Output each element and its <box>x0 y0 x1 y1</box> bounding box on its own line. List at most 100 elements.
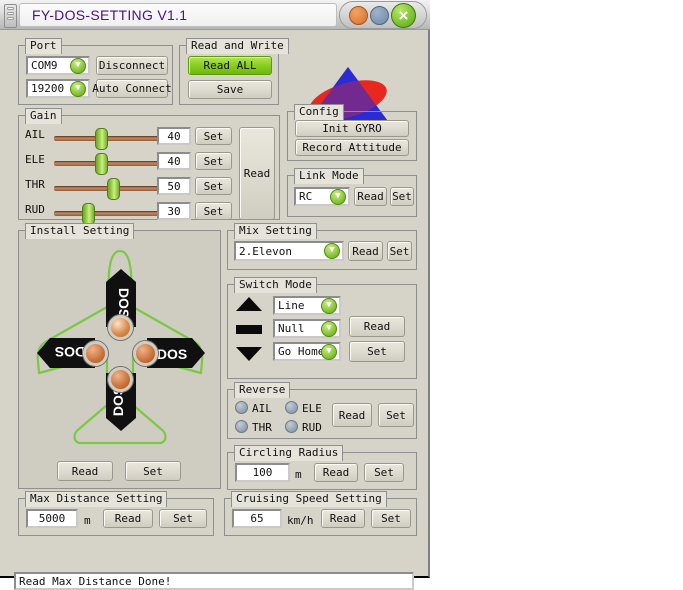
gain-row-label-ele: ELE <box>25 153 45 166</box>
save-button[interactable]: Save <box>188 80 272 99</box>
maximize-button[interactable] <box>370 6 389 25</box>
circling-radius-read-button[interactable]: Read <box>314 463 358 482</box>
chevron-down-icon[interactable]: ▼ <box>321 297 337 314</box>
close-button[interactable]: × <box>391 3 416 28</box>
cruising-speed-read-button[interactable]: Read <box>321 509 365 528</box>
gain-slider-thumb-rud[interactable] <box>82 203 95 225</box>
circling-radius-unit: m <box>295 468 302 481</box>
mix-setting-set-button[interactable]: Set <box>387 241 412 261</box>
install-set-button[interactable]: Set <box>125 461 181 481</box>
max-distance-legend: Max Distance Setting <box>25 491 168 507</box>
gain-row-label-ail: AIL <box>25 128 45 141</box>
gain-set-button-ele[interactable]: Set <box>195 152 232 170</box>
cruising-speed-input[interactable]: 65 <box>232 509 282 528</box>
mix-setting-select[interactable]: 2.Elevon ▼ <box>234 241 344 261</box>
switch-mode-value-up: Line <box>278 299 305 312</box>
init-gyro-button[interactable]: Init GYRO <box>295 120 409 137</box>
chevron-down-icon[interactable]: ▼ <box>70 80 86 97</box>
switch-mode-group: Switch Mode Line ▼ Null ▼ Go Home ▼ Read… <box>227 277 417 379</box>
baud-rate-value: 19200 <box>31 82 65 95</box>
reverse-legend: Reverse <box>234 382 291 398</box>
auto-connect-button[interactable]: Auto Connect <box>92 79 172 98</box>
aircraft-diagram: DOS DOS DOS DOS <box>27 245 214 457</box>
max-distance-group: Max Distance Setting 5000 m Read Set <box>18 491 214 536</box>
reverse-label-ele: ELE <box>302 402 322 415</box>
max-distance-read-button[interactable]: Read <box>103 509 153 528</box>
install-direction-left-radio[interactable] <box>83 341 108 366</box>
switch-mode-select-up[interactable]: Line ▼ <box>273 296 341 315</box>
com-port-value: COM9 <box>31 59 58 72</box>
max-distance-set-button[interactable]: Set <box>159 509 207 528</box>
gain-slider-ele[interactable] <box>54 161 174 166</box>
cruising-speed-unit: km/h <box>287 514 314 527</box>
switch-mode-select-mid[interactable]: Null ▼ <box>273 319 341 338</box>
reverse-checkbox-thr[interactable] <box>235 420 248 433</box>
window-controls: × <box>339 1 427 29</box>
max-distance-unit: m <box>84 514 91 527</box>
install-marker-text: DOS <box>157 346 187 362</box>
triangle-up-icon <box>236 297 262 311</box>
chevron-down-icon[interactable]: ▼ <box>321 320 337 337</box>
chevron-down-icon[interactable]: ▼ <box>324 243 340 259</box>
triangle-down-icon <box>236 347 262 361</box>
gain-value-thr[interactable]: 50 <box>157 177 191 195</box>
circling-radius-set-button[interactable]: Set <box>364 463 404 482</box>
gain-set-button-ail[interactable]: Set <box>195 127 232 145</box>
switch-mode-set-button[interactable]: Set <box>349 341 405 362</box>
gain-slider-thumb-ail[interactable] <box>95 128 108 150</box>
link-mode-set-button[interactable]: Set <box>390 187 414 206</box>
switch-mode-value-mid: Null <box>278 322 305 335</box>
read-and-write-legend: Read and Write <box>186 38 289 54</box>
gain-set-button-thr[interactable]: Set <box>195 177 232 195</box>
gain-read-button[interactable]: Read <box>239 127 275 220</box>
install-read-button[interactable]: Read <box>57 461 113 481</box>
circling-radius-legend: Circling Radius <box>234 445 344 461</box>
max-distance-input[interactable]: 5000 <box>26 509 78 528</box>
link-mode-select[interactable]: RC ▼ <box>294 187 350 206</box>
gain-slider-rud[interactable] <box>54 211 174 216</box>
cruising-speed-set-button[interactable]: Set <box>371 509 411 528</box>
gain-value-rud[interactable]: 30 <box>157 202 191 220</box>
reverse-read-button[interactable]: Read <box>332 403 372 427</box>
title-bar: FY-DOS-SETTING V1.1 × <box>0 0 430 30</box>
gain-legend: Gain <box>25 108 62 124</box>
disconnect-button[interactable]: Disconnect <box>96 56 168 75</box>
window-title: FY-DOS-SETTING V1.1 <box>19 3 337 27</box>
gain-slider-ail[interactable] <box>54 136 174 141</box>
reverse-set-button[interactable]: Set <box>378 403 414 427</box>
link-mode-read-button[interactable]: Read <box>354 187 387 206</box>
install-direction-right-radio[interactable] <box>133 341 158 366</box>
switch-mode-select-down[interactable]: Go Home ▼ <box>273 342 341 361</box>
switch-mode-read-button[interactable]: Read <box>349 316 405 337</box>
install-direction-down-radio[interactable] <box>108 367 133 392</box>
baud-rate-select[interactable]: 19200 ▼ <box>26 79 90 98</box>
chevron-down-icon[interactable]: ▼ <box>70 57 86 74</box>
gain-group: Gain AIL 40 Set ELE 40 Set THR 50 Set RU… <box>18 108 280 225</box>
install-setting-group: Install Setting DOS DOS DOS DOS Read Set <box>18 223 221 489</box>
cruising-speed-group: Cruising Speed Setting 65 km/h Read Set <box>224 491 417 536</box>
circling-radius-input[interactable]: 100 <box>235 463 290 482</box>
chevron-down-icon[interactable]: ▼ <box>321 343 337 360</box>
reverse-checkbox-ail[interactable] <box>235 401 248 414</box>
gain-slider-thumb-thr[interactable] <box>107 178 120 200</box>
circling-radius-group: Circling Radius 100 m Read Set <box>227 445 417 490</box>
chevron-down-icon[interactable]: ▼ <box>330 188 346 205</box>
gain-set-button-rud[interactable]: Set <box>195 202 232 220</box>
gain-slider-thumb-ele[interactable] <box>95 153 108 175</box>
port-legend: Port <box>25 38 62 54</box>
gain-row-label-rud: RUD <box>25 203 45 216</box>
switch-mode-value-down: Go Home <box>278 345 325 358</box>
read-all-button[interactable]: Read ALL <box>188 56 272 75</box>
install-direction-up-radio[interactable] <box>108 315 133 340</box>
config-group: Config Init GYRO Record Attitude <box>287 104 417 161</box>
mix-setting-legend: Mix Setting <box>234 223 317 239</box>
com-port-select[interactable]: COM9 ▼ <box>26 56 90 75</box>
minimize-button[interactable] <box>349 6 368 25</box>
reverse-checkbox-ele[interactable] <box>285 401 298 414</box>
gain-value-ele[interactable]: 40 <box>157 152 191 170</box>
reverse-checkbox-rud[interactable] <box>285 420 298 433</box>
gain-value-ail[interactable]: 40 <box>157 127 191 145</box>
record-attitude-button[interactable]: Record Attitude <box>295 139 409 156</box>
client-area: Port COM9 ▼ 19200 ▼ Disconnect Auto Conn… <box>2 31 426 590</box>
mix-setting-read-button[interactable]: Read <box>348 241 383 261</box>
